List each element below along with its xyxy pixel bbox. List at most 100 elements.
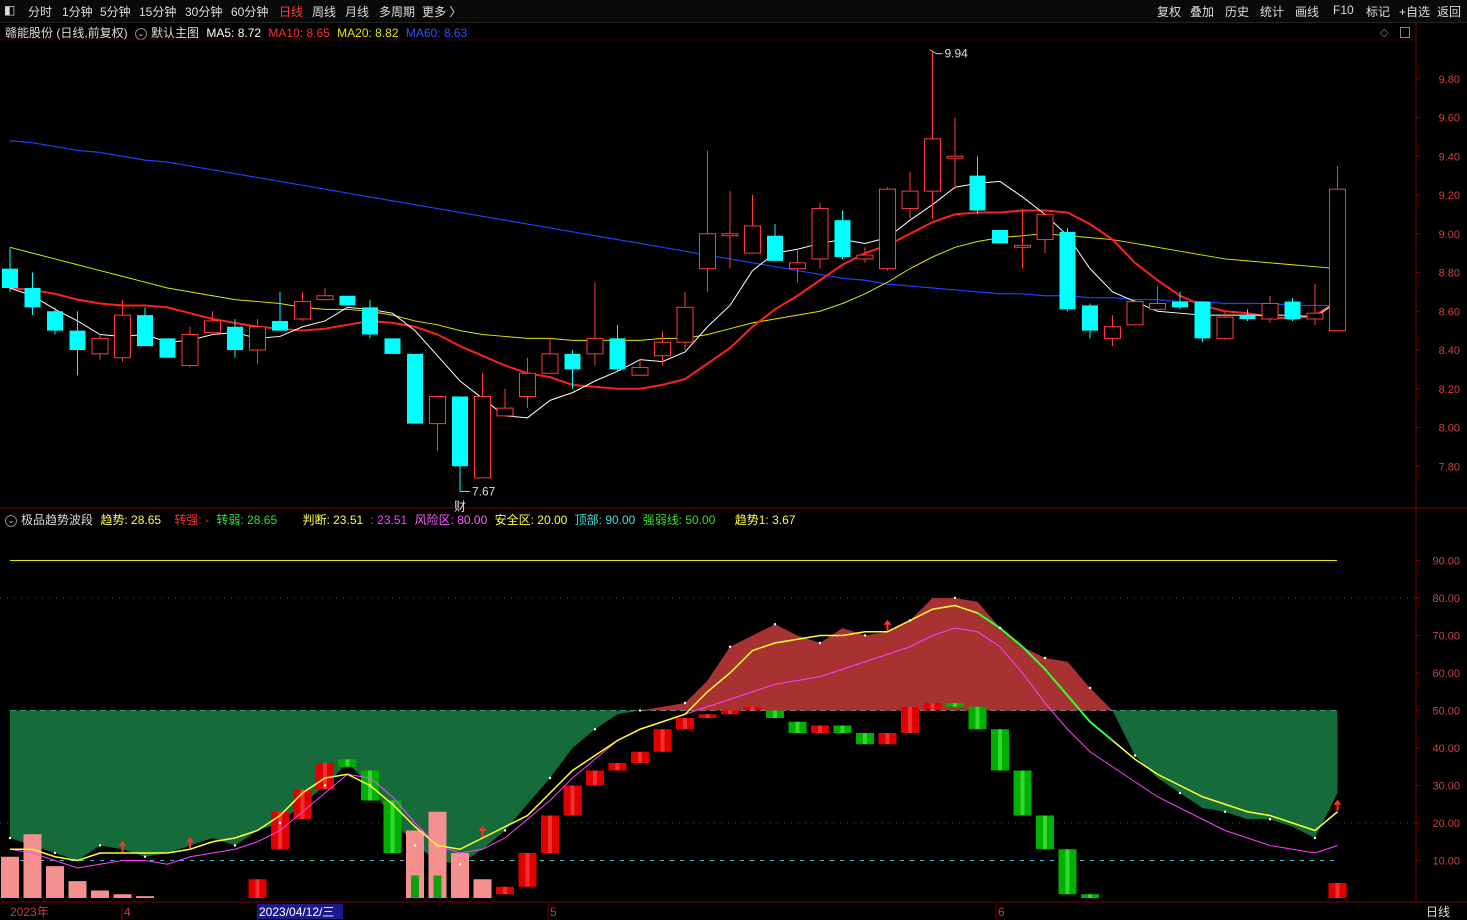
fill-node [1313,836,1317,840]
trend-bar-highlight [818,725,822,733]
trend-bar-highlight [1088,894,1092,898]
fill-node [998,626,1002,630]
fill-node [98,844,102,847]
trend-bar-highlight [840,725,845,733]
trend-bar-highlight [1335,883,1340,898]
y-tick-label: 8.20 [1439,384,1460,396]
candle-body [631,366,649,376]
fill-node [278,821,282,825]
candle-body [1126,301,1144,326]
fill-node [1223,810,1227,813]
candle-body [429,396,446,425]
fill-node [728,645,732,648]
y-tick-label: 9.60 [1439,113,1460,125]
fill-node [863,634,867,637]
candle-body [474,396,491,479]
candle-body [159,338,176,358]
candle-body [1216,316,1234,339]
high-marker [929,49,943,55]
sub-y-tick-label: 90.00 [1432,556,1460,568]
sub-y-tick-label: 10.00 [1432,856,1460,868]
candle-body [24,288,41,308]
candle-body [294,301,311,320]
candle-body [519,372,536,397]
fill-node [323,784,327,787]
sub-y-tick-label: 80.00 [1432,593,1460,605]
trend-bar-highlight [1043,815,1047,850]
trend-bar-highlight [345,759,350,767]
candle-body [946,155,964,159]
fill-node [638,709,642,712]
trend-bar-highlight [255,879,260,898]
candle-body [1284,301,1301,319]
fill-node [8,836,12,840]
safe-area [10,710,1338,865]
trend-bar-highlight [728,710,732,715]
candle-body [181,334,199,366]
histogram-bar [1,856,19,898]
candle-body [721,233,739,237]
candle-body [2,268,18,288]
trend-bar-highlight [548,815,552,853]
trend-bar-highlight [863,733,867,745]
candle-body [204,320,221,334]
fill-node [1133,754,1137,757]
sub-y-tick-label: 30.00 [1432,781,1460,793]
histogram-bar [68,881,87,898]
trend-bar-highlight [638,751,642,763]
sub-y-tick-label: 70.00 [1432,631,1460,643]
fill-node [548,776,552,780]
candle-body [1059,231,1076,310]
fill-node [683,701,687,705]
fill-node [908,619,912,622]
fill-node [413,844,417,847]
candle-body [811,208,829,260]
fill-node [1268,818,1272,821]
candle-body [1149,303,1166,310]
fill-node [368,784,372,787]
candle-body [316,295,334,301]
trend-bar-highlight [885,733,890,745]
x-label: 2023年 [10,905,49,919]
candle-body [249,326,266,351]
candle-body [384,338,401,354]
candle-body [272,320,288,331]
trend-bar-highlight [525,853,530,887]
high-label: 9.94 [945,47,969,61]
trend-bar-highlight [998,729,1002,771]
candle-body [1239,315,1256,319]
sub-y-tick-label: 60.00 [1432,668,1460,680]
trend-bar-highlight [390,800,395,853]
candle-body [1014,244,1031,248]
trend-bar-highlight [503,886,507,895]
x-label: 5 [550,905,557,919]
y-tick-label: 9.40 [1439,151,1460,163]
fill-node [1088,686,1092,690]
chart-canvas[interactable]: 9.80 9.60 9.40 9.20 9.00 8.80 8.60 8.40 8.20 8.00… [0,0,1467,920]
fill-node [233,844,237,847]
y-tick-label: 8.60 [1439,306,1460,318]
trend-bar-highlight [795,721,800,733]
histogram-bar [113,894,132,898]
candle-body [1082,305,1098,331]
fill-node [593,728,597,731]
risk-area [10,598,1338,711]
candle-body [339,295,356,306]
candle-body [496,407,514,417]
trend-bar-highlight [975,706,980,730]
y-tick-label: 9.00 [1439,229,1460,241]
trend-bar-highlight [615,763,620,771]
buy-arrow-icon [883,619,892,631]
candle-body [699,233,716,270]
histogram-bar [136,896,154,898]
candle-body [1172,301,1188,308]
candle-body [1104,326,1121,339]
y-tick-label: 9.80 [1439,74,1460,86]
candle-body [1194,301,1211,339]
trend-bar-highlight [750,706,755,711]
fill-node [773,623,777,626]
x-label: 6 [998,905,1005,919]
trend-bar-highlight [660,729,665,752]
crosshair-date: 2023/04/12/三 [259,905,334,919]
candle-body [407,353,423,424]
